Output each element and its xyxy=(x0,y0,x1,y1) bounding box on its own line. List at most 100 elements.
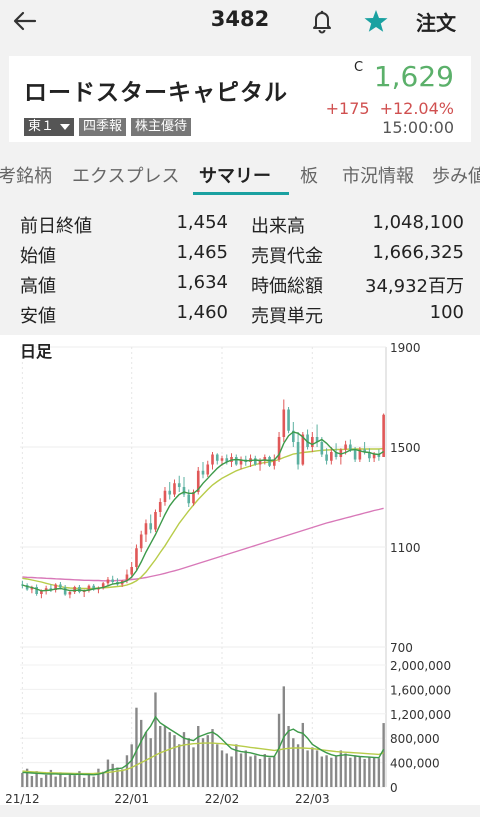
market-flag: C xyxy=(354,60,364,75)
price-tick-label: 700 xyxy=(390,641,413,655)
price-tick-label: 1500 xyxy=(390,441,421,455)
tab-summary[interactable]: サマリー xyxy=(199,162,271,188)
volume-bar xyxy=(254,755,257,787)
candle-body xyxy=(372,454,376,459)
tab-board[interactable]: 板 xyxy=(300,162,318,188)
volume-bar xyxy=(54,776,57,787)
volume-bar xyxy=(330,757,333,787)
candle-body xyxy=(177,483,181,487)
dropdown-triangle-icon xyxy=(60,124,71,130)
volume-bar xyxy=(21,772,24,787)
turnover-value: 1,666,325 xyxy=(372,242,464,263)
candle-body xyxy=(320,442,324,455)
candle-body xyxy=(330,452,333,461)
trading-unit-value: 100 xyxy=(429,302,464,323)
volume-bar xyxy=(320,756,324,787)
yutai-badge[interactable]: 株主優待 xyxy=(131,118,192,136)
high-value: 1,634 xyxy=(176,272,228,293)
candle-body xyxy=(149,523,153,530)
volume-bar xyxy=(168,732,171,787)
tab-market-info[interactable]: 市況情報 xyxy=(342,162,414,188)
stock-code: 3482 xyxy=(210,7,270,31)
candle-body xyxy=(144,523,148,535)
volume-bar xyxy=(173,735,176,787)
volume-bar xyxy=(101,771,105,787)
prev-close-value: 1,454 xyxy=(176,212,228,233)
candle-body xyxy=(325,454,328,461)
badges: 東１ 四季報 株主優待 xyxy=(24,118,192,136)
candle-body xyxy=(301,434,305,465)
turnover-label: 売買代金 xyxy=(251,246,323,267)
volume-bar xyxy=(292,738,295,787)
volume-bar xyxy=(230,756,233,787)
volume-bar xyxy=(87,773,91,787)
volume-bar xyxy=(358,756,362,787)
volume-bar xyxy=(201,738,205,787)
market-select[interactable]: 東１ xyxy=(24,118,75,136)
open-label: 始値 xyxy=(20,246,56,267)
shikiho-badge[interactable]: 四季報 xyxy=(79,118,127,136)
stock-name: ロードスターキャピタル xyxy=(24,80,288,106)
candle-body xyxy=(206,464,210,475)
volume-bar xyxy=(325,755,328,787)
candle-body xyxy=(154,512,157,530)
volume-tick-label: 800,000 xyxy=(390,732,440,746)
stock-header-card: ロードスターキャピタル C 1,629 +175 +12.04% 15:00:00… xyxy=(9,56,471,142)
volume-bar xyxy=(344,753,347,787)
summary-row: 前日終値 1,454 出来高 1,048,100 xyxy=(20,212,464,242)
active-tab-indicator xyxy=(193,192,289,195)
volume-bar xyxy=(349,757,352,787)
volume-bar xyxy=(353,755,357,787)
daily-candlestick-chart[interactable]: 1900 1500 1100 700 2,000,000 1,600,000 1,200,0… xyxy=(0,335,480,805)
volume-bar xyxy=(121,769,124,787)
price-time: 15:00:00 xyxy=(382,118,454,137)
volume-bar xyxy=(263,754,266,787)
volume-bar xyxy=(44,774,48,787)
candle-body xyxy=(59,584,62,588)
volume-tick-label: 1,200,000 xyxy=(390,708,451,722)
volume-bar xyxy=(363,758,366,787)
volume-bar xyxy=(154,692,157,787)
candle-body xyxy=(163,490,167,502)
top-bar: 3482 注文 xyxy=(0,0,480,44)
date-tick-label: 21/12 xyxy=(5,792,40,805)
candle-body xyxy=(68,592,72,595)
date-tick-label: 22/03 xyxy=(295,792,330,805)
favorite-star-icon[interactable] xyxy=(363,8,389,34)
tab-tick[interactable]: 歩み値 xyxy=(432,162,480,188)
chart-title: 日足 xyxy=(20,342,53,361)
change-value: +175 xyxy=(325,99,370,118)
volume-bar xyxy=(140,719,143,787)
volume-bar xyxy=(82,777,86,787)
volume-value: 1,048,100 xyxy=(372,212,464,233)
order-button[interactable]: 注文 xyxy=(416,7,456,36)
tab-express[interactable]: エクスプレス xyxy=(72,162,179,188)
candle-body xyxy=(135,548,138,567)
candle-body xyxy=(253,458,257,465)
market-cap-label: 時価総額 xyxy=(251,276,323,297)
candle-body xyxy=(287,409,290,431)
volume-bar xyxy=(239,753,243,787)
candle-body xyxy=(311,437,314,447)
high-label: 高値 xyxy=(20,276,56,297)
volume-bar xyxy=(311,747,314,787)
candle-body xyxy=(220,458,224,461)
candle-body xyxy=(63,587,67,595)
price-tick-label: 1100 xyxy=(390,541,421,555)
bell-icon[interactable] xyxy=(308,7,336,35)
tab-reference-stocks[interactable]: 考銘柄 xyxy=(0,162,52,188)
volume-bar xyxy=(97,768,100,787)
candle-body xyxy=(344,444,347,450)
volume-bar xyxy=(268,757,271,787)
change-percent: +12.04% xyxy=(379,99,454,118)
candle-body xyxy=(382,414,385,457)
volume-bar xyxy=(372,757,376,787)
volume-bar xyxy=(73,775,76,787)
volume-bar xyxy=(130,744,133,787)
candle-body xyxy=(173,483,176,495)
volume-tick-label: 2,000,000 xyxy=(390,659,451,673)
volume-label: 出来高 xyxy=(251,216,305,237)
candle-body xyxy=(182,487,186,495)
volume-bar xyxy=(163,726,167,787)
volume-bar xyxy=(296,744,300,787)
